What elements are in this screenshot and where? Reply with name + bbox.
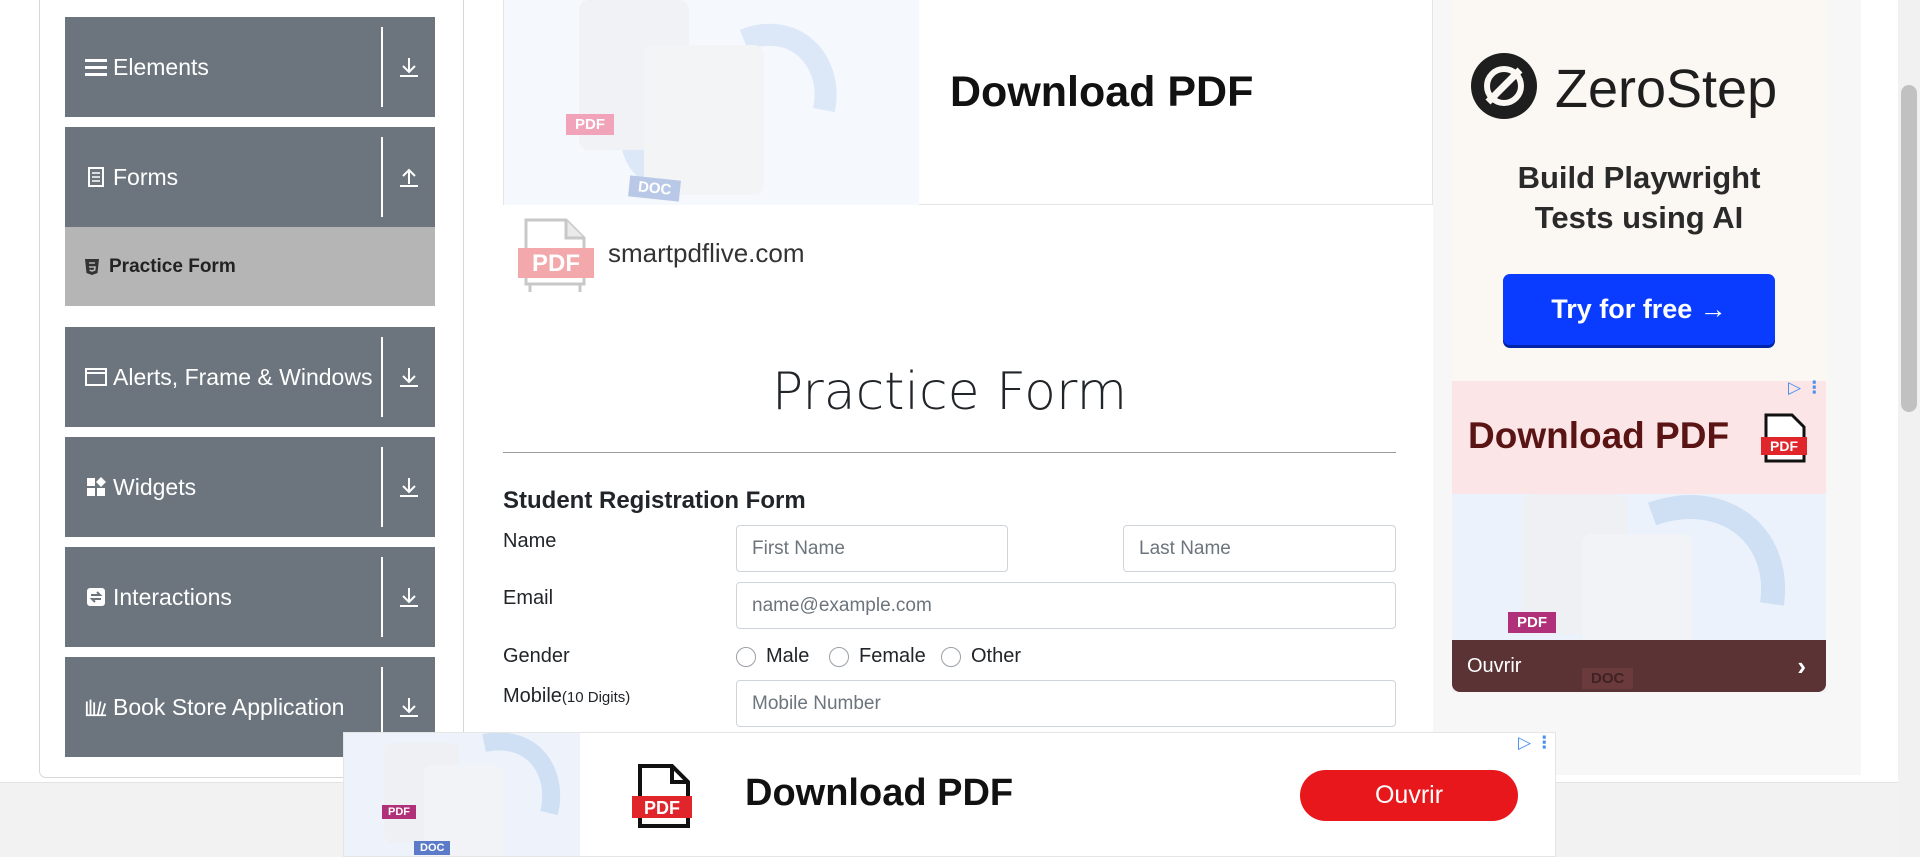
html5-icon: [84, 258, 100, 276]
radio-circle[interactable]: [736, 646, 756, 667]
download-arrow-icon[interactable]: [391, 547, 427, 647]
mobile-placeholder: Mobile Number: [752, 692, 881, 714]
download-pdf-ad[interactable]: Download PDF PDF PDF Ouvrir DOC ›: [1452, 381, 1826, 692]
upload-arrow-icon[interactable]: [391, 127, 427, 227]
gender-radio-female[interactable]: Female: [829, 645, 926, 668]
adchoices-icon[interactable]: ▷ ⋮: [1788, 378, 1823, 398]
first-name-input[interactable]: First Name: [736, 525, 1008, 572]
divider: [381, 27, 383, 107]
ad-title: Download PDF: [1468, 415, 1730, 456]
sidebar-group-label: Elements: [113, 53, 209, 80]
zerostep-tagline: Build Playwright Tests using AI: [1452, 158, 1826, 238]
download-arrow-icon[interactable]: [391, 327, 427, 427]
mobile-label-text: Mobile: [503, 685, 562, 707]
adchoices-icon[interactable]: ▷ ⋮: [1518, 733, 1553, 753]
email-placeholder: name@example.com: [752, 594, 932, 616]
sidebar-group-interactions[interactable]: Interactions: [65, 547, 435, 647]
sidebar-item-label: Practice Form: [109, 255, 236, 277]
download-arrow-icon[interactable]: [391, 437, 427, 537]
pdf-file-icon: PDF: [1760, 413, 1808, 470]
page: Elements Forms Practice Form Alerts, Fra…: [0, 0, 1920, 857]
last-name-input[interactable]: Last Name: [1123, 525, 1396, 572]
svg-text:PDF: PDF: [644, 798, 680, 818]
page-title: Practice Form: [771, 362, 1128, 422]
tagline-line: Tests using AI: [1534, 200, 1744, 235]
gender-radio-male[interactable]: Male: [736, 645, 809, 668]
zerostep-logo-icon: [1470, 52, 1538, 125]
email-label: Email: [503, 587, 554, 609]
mobile-input[interactable]: Mobile Number: [736, 680, 1396, 727]
svg-text:PDF: PDF: [1770, 438, 1798, 454]
sidebar-group-label: Book Store Application: [113, 693, 345, 720]
sidebar-group-widgets[interactable]: Widgets: [65, 437, 435, 537]
banner-ad-image: PDF DOC: [504, 0, 919, 205]
site-icon: PDF: [518, 214, 594, 294]
chevron-right-icon[interactable]: ›: [1797, 651, 1806, 682]
doc-badge: DOC: [414, 841, 451, 855]
pdf-file-icon: PDF: [630, 764, 694, 835]
divider: [381, 137, 383, 217]
email-input[interactable]: name@example.com: [736, 582, 1396, 629]
radio-label: Other: [971, 645, 1022, 667]
try-for-free-button[interactable]: Try for free →: [1503, 274, 1775, 345]
last-name-placeholder: Last Name: [1139, 537, 1231, 559]
books-icon: [85, 696, 107, 718]
document-icon: [85, 166, 107, 188]
sidebar-group-label: Interactions: [113, 583, 232, 610]
mobile-label: Mobile(10 Digits): [503, 685, 630, 708]
radio-circle[interactable]: [941, 646, 961, 667]
gender-radio-other[interactable]: Other: [941, 645, 1021, 668]
ad-site-url[interactable]: smartpdflive.com: [608, 238, 805, 269]
svg-text:PDF: PDF: [532, 250, 580, 277]
zerostep-brand: ZeroStep: [1555, 59, 1778, 119]
doc-badge: DOC: [1582, 668, 1634, 689]
ouvrir-bar[interactable]: Ouvrir DOC ›: [1452, 640, 1826, 692]
gender-label: Gender: [503, 645, 570, 667]
pdf-badge: PDF: [1508, 612, 1556, 633]
scrollbar-thumb[interactable]: [1901, 85, 1917, 412]
form-subtitle: Student Registration Form: [503, 487, 806, 514]
divider: [381, 337, 383, 417]
divider: [381, 557, 383, 637]
radio-circle[interactable]: [829, 646, 849, 667]
sidebar-item-practice-form[interactable]: Practice Form: [65, 227, 435, 306]
hamburger-icon: [85, 56, 107, 78]
banner-ad-title: Download PDF: [950, 68, 1254, 116]
interactions-icon: [85, 586, 107, 608]
radio-label: Male: [766, 645, 810, 667]
sidebar-group-elements[interactable]: Elements: [65, 17, 435, 117]
banner-ad[interactable]: PDF DOC Download PDF: [503, 0, 1433, 205]
name-label: Name: [503, 530, 557, 552]
sidebar-group-label: Widgets: [113, 473, 197, 500]
sidebar-group-label: Forms: [113, 163, 179, 190]
mobile-hint: (10 Digits): [561, 689, 631, 706]
sidebar-group-alerts-frame-windows[interactable]: Alerts, Frame & Windows: [65, 327, 435, 427]
first-name-placeholder: First Name: [752, 537, 845, 559]
sidebar-group-label: Alerts, Frame & Windows: [113, 363, 373, 390]
download-arrow-icon[interactable]: [391, 17, 427, 117]
pdf-badge: PDF: [566, 114, 614, 135]
bottom-ad-title: Download PDF: [745, 772, 1014, 814]
divider: [381, 447, 383, 527]
tagline-line: Build Playwright: [1517, 160, 1761, 195]
pdf-badge: PDF: [382, 805, 416, 819]
document-illustration: [579, 0, 837, 195]
widgets-icon: [85, 476, 107, 498]
bottom-ad-image: PDF DOC: [344, 733, 580, 856]
window-icon: [85, 366, 107, 388]
sidebar-group-forms[interactable]: Forms: [65, 127, 435, 227]
ouvrir-button[interactable]: Ouvrir: [1300, 770, 1518, 821]
radio-label: Female: [859, 645, 926, 667]
divider: [503, 452, 1396, 453]
